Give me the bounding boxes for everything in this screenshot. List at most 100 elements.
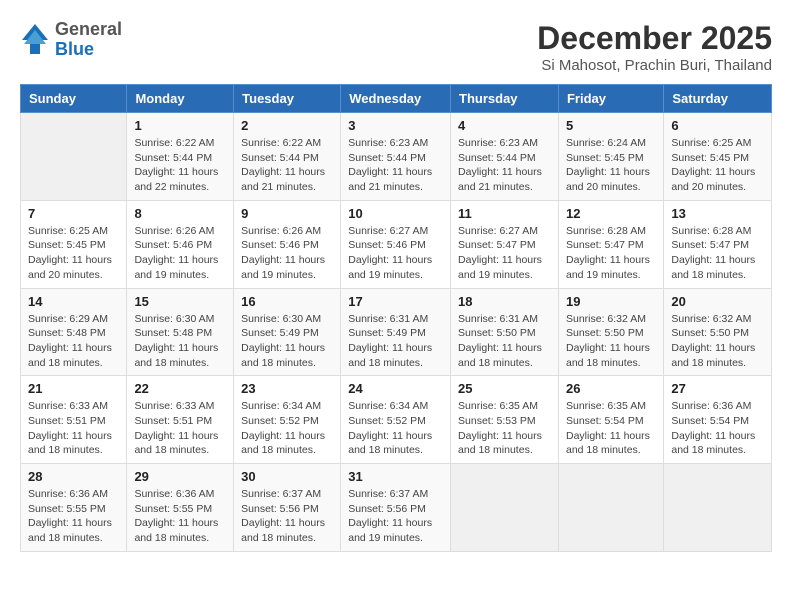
calendar-header: SundayMondayTuesdayWednesdayThursdayFrid… — [21, 85, 772, 113]
calendar-cell — [664, 464, 772, 552]
week-row-4: 21 Sunrise: 6:33 AM Sunset: 5:51 PM Dayli… — [21, 376, 772, 464]
day-number: 3 — [348, 118, 443, 133]
day-info: Sunrise: 6:23 AM Sunset: 5:44 PM Dayligh… — [348, 136, 443, 195]
day-info: Sunrise: 6:28 AM Sunset: 5:47 PM Dayligh… — [566, 224, 656, 283]
day-info: Sunrise: 6:35 AM Sunset: 5:53 PM Dayligh… — [458, 399, 551, 458]
calendar-cell: 5Sunrise: 6:24 AM Sunset: 5:45 PM Daylig… — [558, 113, 663, 201]
day-number: 16 — [241, 294, 333, 309]
day-number: 1 — [134, 118, 226, 133]
calendar-header-tuesday: Tuesday — [234, 85, 341, 113]
day-number: 10 — [348, 206, 443, 221]
week-row-3: 14Sunrise: 6:29 AM Sunset: 5:48 PM Dayli… — [21, 288, 772, 376]
day-number: 22 — [134, 381, 226, 396]
day-number: 18 — [458, 294, 551, 309]
day-number: 8 — [134, 206, 226, 221]
calendar-cell: 4 Sunrise: 6:23 AM Sunset: 5:44 PM Daylig… — [451, 113, 559, 201]
calendar-cell: 14Sunrise: 6:29 AM Sunset: 5:48 PM Dayli… — [21, 288, 127, 376]
day-info: Sunrise: 6:27 AM Sunset: 5:47 PM Dayligh… — [458, 224, 551, 283]
day-number: 11 — [458, 206, 551, 221]
calendar-cell: 24 Sunrise: 6:34 AM Sunset: 5:52 PM Dayli… — [341, 376, 451, 464]
day-number: 30 — [241, 469, 333, 484]
calendar-cell: 31 Sunrise: 6:37 AM Sunset: 5:56 PM Dayli… — [341, 464, 451, 552]
day-info: Sunrise: 6:25 AM Sunset: 5:45 PM Dayligh… — [28, 224, 119, 283]
day-number: 28 — [28, 469, 119, 484]
day-info: Sunrise: 6:28 AM Sunset: 5:47 PM Dayligh… — [671, 224, 764, 283]
day-info: Sunrise: 6:25 AM Sunset: 5:45 PM Dayligh… — [671, 136, 764, 195]
day-number: 27 — [671, 381, 764, 396]
calendar-table: SundayMondayTuesdayWednesdayThursdayFrid… — [20, 84, 772, 552]
day-info: Sunrise: 6:35 AM Sunset: 5:54 PM Dayligh… — [566, 399, 656, 458]
day-number: 14 — [28, 294, 119, 309]
week-row-2: 7 Sunrise: 6:25 AM Sunset: 5:45 PM Daylig… — [21, 200, 772, 288]
calendar-cell: 13Sunrise: 6:28 AM Sunset: 5:47 PM Dayli… — [664, 200, 772, 288]
day-info: Sunrise: 6:37 AM Sunset: 5:56 PM Dayligh… — [348, 487, 443, 546]
logo-blue-text: Blue — [55, 40, 122, 60]
logo-icon — [20, 22, 50, 57]
day-number: 12 — [566, 206, 656, 221]
day-info: Sunrise: 6:34 AM Sunset: 5:52 PM Dayligh… — [241, 399, 333, 458]
calendar-cell: 11 Sunrise: 6:27 AM Sunset: 5:47 PM Dayli… — [451, 200, 559, 288]
calendar-cell: 2 Sunrise: 6:22 AM Sunset: 5:44 PM Daylig… — [234, 113, 341, 201]
calendar-cell: 28 Sunrise: 6:36 AM Sunset: 5:55 PM Dayli… — [21, 464, 127, 552]
page-header: General Blue December 2025 Si Mahosot, P… — [20, 20, 772, 74]
day-number: 4 — [458, 118, 551, 133]
day-info: Sunrise: 6:26 AM Sunset: 5:46 PM Dayligh… — [241, 224, 333, 283]
day-number: 31 — [348, 469, 443, 484]
calendar-cell: 9 Sunrise: 6:26 AM Sunset: 5:46 PM Daylig… — [234, 200, 341, 288]
day-info: Sunrise: 6:30 AM Sunset: 5:48 PM Dayligh… — [134, 312, 226, 371]
calendar-cell: 23 Sunrise: 6:34 AM Sunset: 5:52 PM Dayli… — [234, 376, 341, 464]
calendar-header-saturday: Saturday — [664, 85, 772, 113]
day-info: Sunrise: 6:22 AM Sunset: 5:44 PM Dayligh… — [241, 136, 333, 195]
day-number: 19 — [566, 294, 656, 309]
day-info: Sunrise: 6:36 AM Sunset: 5:55 PM Dayligh… — [28, 487, 119, 546]
day-info: Sunrise: 6:32 AM Sunset: 5:50 PM Dayligh… — [566, 312, 656, 371]
day-number: 25 — [458, 381, 551, 396]
day-info: Sunrise: 6:22 AM Sunset: 5:44 PM Dayligh… — [134, 136, 226, 195]
day-info: Sunrise: 6:34 AM Sunset: 5:52 PM Dayligh… — [348, 399, 443, 458]
day-number: 20 — [671, 294, 764, 309]
day-number: 9 — [241, 206, 333, 221]
day-info: Sunrise: 6:36 AM Sunset: 5:54 PM Dayligh… — [671, 399, 764, 458]
calendar-cell: 25 Sunrise: 6:35 AM Sunset: 5:53 PM Dayli… — [451, 376, 559, 464]
day-info: Sunrise: 6:23 AM Sunset: 5:44 PM Dayligh… — [458, 136, 551, 195]
calendar-cell: 10 Sunrise: 6:27 AM Sunset: 5:46 PM Dayli… — [341, 200, 451, 288]
calendar-cell: 20 Sunrise: 6:32 AM Sunset: 5:50 PM Dayli… — [664, 288, 772, 376]
logo: General Blue — [20, 20, 122, 60]
calendar-cell — [451, 464, 559, 552]
day-info: Sunrise: 6:36 AM Sunset: 5:55 PM Dayligh… — [134, 487, 226, 546]
day-number: 26 — [566, 381, 656, 396]
calendar-cell: 3 Sunrise: 6:23 AM Sunset: 5:44 PM Daylig… — [341, 113, 451, 201]
calendar-cell: 12 Sunrise: 6:28 AM Sunset: 5:47 PM Dayli… — [558, 200, 663, 288]
calendar-cell: 21Sunrise: 6:33 AM Sunset: 5:51 PM Dayli… — [21, 376, 127, 464]
week-row-5: 28 Sunrise: 6:36 AM Sunset: 5:55 PM Dayli… — [21, 464, 772, 552]
day-number: 23 — [241, 381, 333, 396]
calendar-cell: 26 Sunrise: 6:35 AM Sunset: 5:54 PM Dayli… — [558, 376, 663, 464]
day-number: 7 — [28, 206, 119, 221]
day-info: Sunrise: 6:33 AM Sunset: 5:51 PM Dayligh… — [134, 399, 226, 458]
title-block: December 2025 Si Mahosot, Prachin Buri, … — [537, 20, 772, 74]
calendar-header-wednesday: Wednesday — [341, 85, 451, 113]
day-info: Sunrise: 6:30 AM Sunset: 5:49 PM Dayligh… — [241, 312, 333, 371]
day-number: 5 — [566, 118, 656, 133]
calendar-header-thursday: Thursday — [451, 85, 559, 113]
calendar-cell: 27 Sunrise: 6:36 AM Sunset: 5:54 PM Dayli… — [664, 376, 772, 464]
calendar-cell: 7 Sunrise: 6:25 AM Sunset: 5:45 PM Daylig… — [21, 200, 127, 288]
calendar-header-monday: Monday — [127, 85, 234, 113]
calendar-cell — [21, 113, 127, 201]
day-number: 17 — [348, 294, 443, 309]
day-info: Sunrise: 6:27 AM Sunset: 5:46 PM Dayligh… — [348, 224, 443, 283]
calendar-header-sunday: Sunday — [21, 85, 127, 113]
day-number: 24 — [348, 381, 443, 396]
subtitle: Si Mahosot, Prachin Buri, Thailand — [537, 57, 772, 74]
calendar-cell: 19 Sunrise: 6:32 AM Sunset: 5:50 PM Dayli… — [558, 288, 663, 376]
day-info: Sunrise: 6:32 AM Sunset: 5:50 PM Dayligh… — [671, 312, 764, 371]
day-info: Sunrise: 6:37 AM Sunset: 5:56 PM Dayligh… — [241, 487, 333, 546]
day-number: 2 — [241, 118, 333, 133]
calendar-body: 1 Sunrise: 6:22 AM Sunset: 5:44 PM Daylig… — [21, 113, 772, 552]
logo-text: General Blue — [55, 20, 122, 60]
day-number: 21 — [28, 381, 119, 396]
calendar-header-friday: Friday — [558, 85, 663, 113]
calendar-cell: 22 Sunrise: 6:33 AM Sunset: 5:51 PM Dayli… — [127, 376, 234, 464]
calendar-cell: 16 Sunrise: 6:30 AM Sunset: 5:49 PM Dayli… — [234, 288, 341, 376]
calendar-cell: 1 Sunrise: 6:22 AM Sunset: 5:44 PM Daylig… — [127, 113, 234, 201]
